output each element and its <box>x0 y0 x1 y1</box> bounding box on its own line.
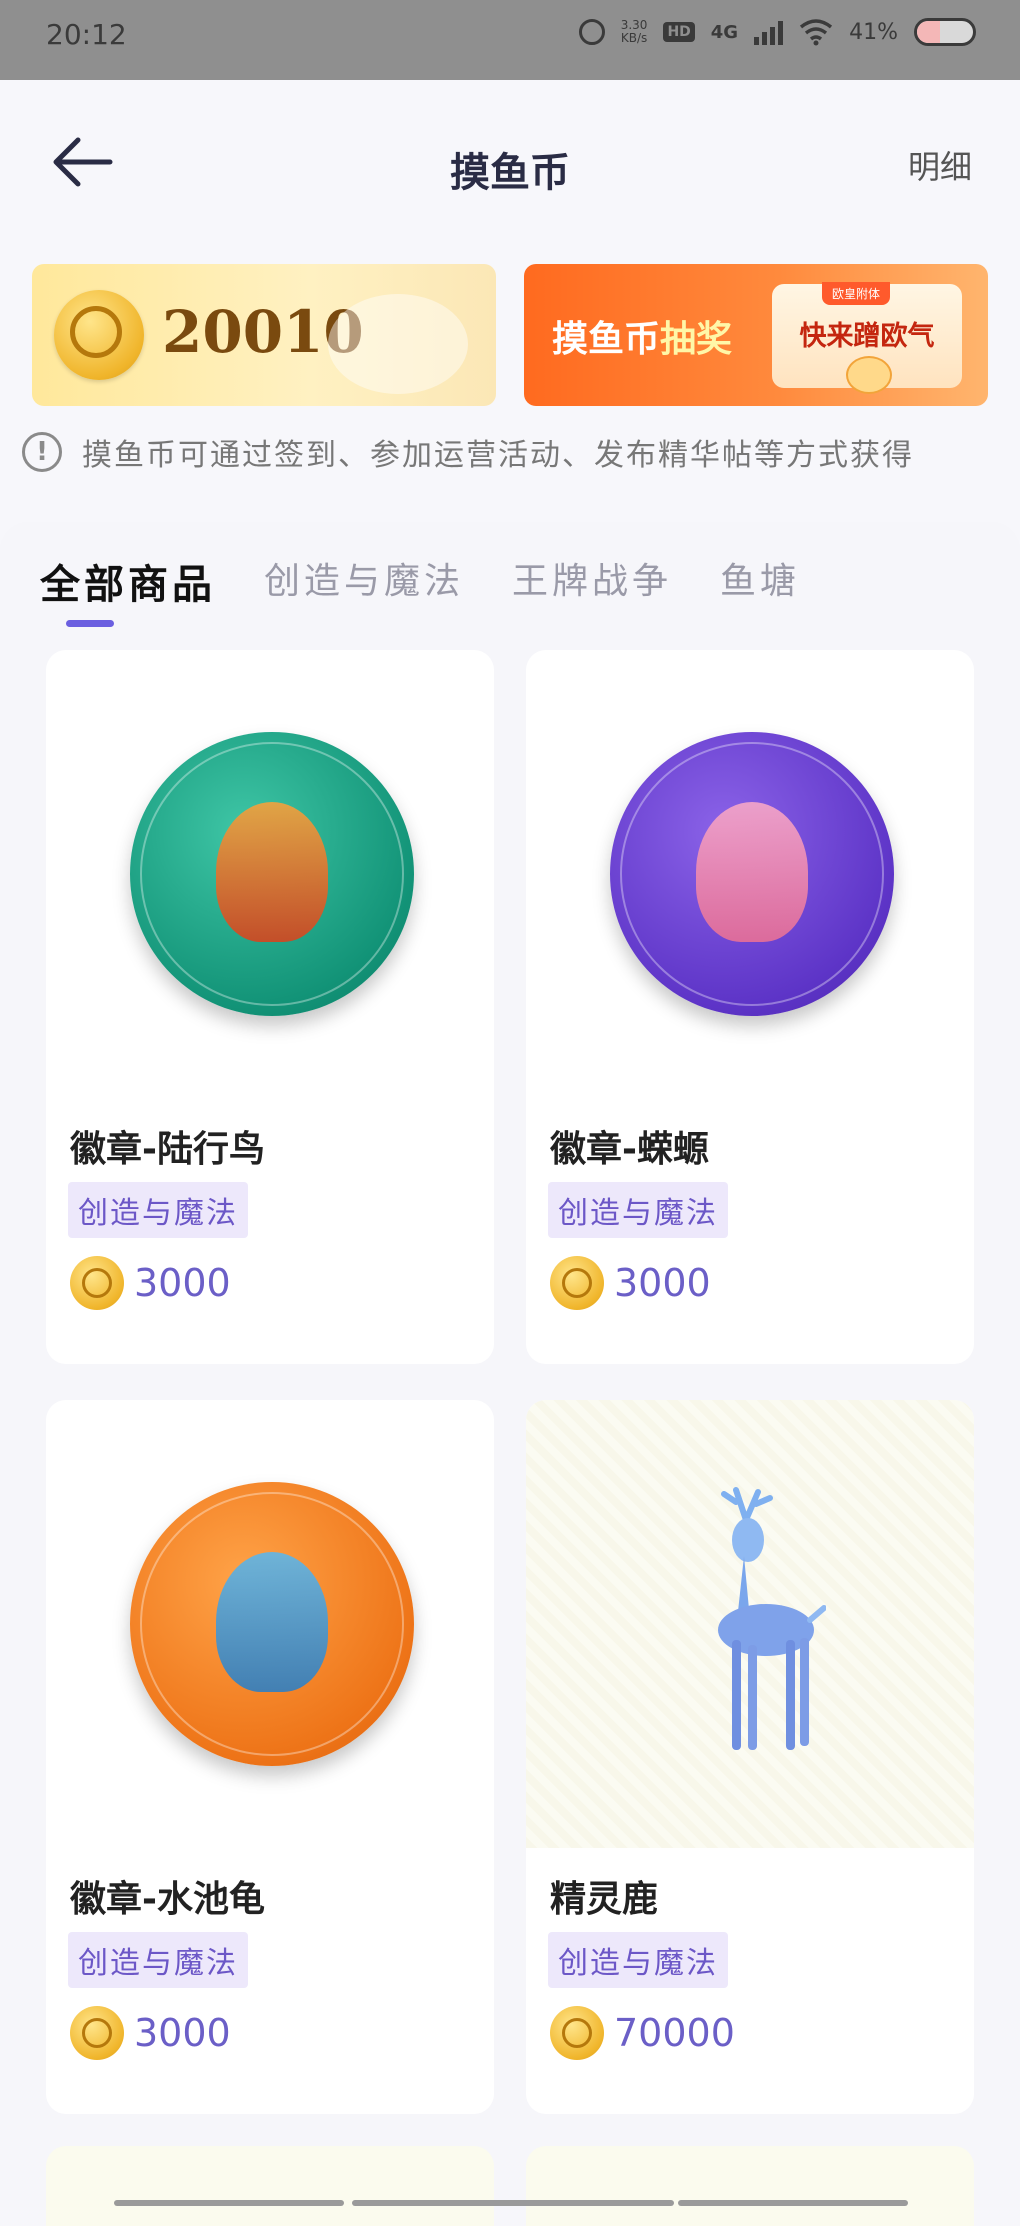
fish-coin-icon <box>70 2006 124 2060</box>
app-header: 摸鱼币 明细 <box>0 80 1020 250</box>
product-category-tag: 创造与魔法 <box>548 1932 728 1988</box>
fish-coin-icon <box>550 1256 604 1310</box>
product-name: 精灵鹿 <box>550 1879 659 1920</box>
product-price: 3000 <box>70 2006 231 2060</box>
home-indicator-segment <box>678 2200 908 2206</box>
network-type: 4G <box>710 21 739 43</box>
lottery-title: 摸鱼币抽奖 <box>552 310 732 362</box>
product-image <box>526 1400 974 1848</box>
product-name: 徽章-蝾螈 <box>550 1129 709 1170</box>
status-bar: 20:12 3.30 KB/s HD 4G 41% <box>0 0 1020 80</box>
product-card[interactable]: 徽章-陆行鸟 创造与魔法 3000 <box>46 650 494 1364</box>
product-category-tag: 创造与魔法 <box>68 1932 248 1988</box>
product-card[interactable]: 精灵鹿 创造与魔法 70000 <box>526 1400 974 2114</box>
price-value: 3000 <box>134 1261 231 1305</box>
product-category-tag: 创造与魔法 <box>68 1182 248 1238</box>
product-price: 3000 <box>70 1256 231 1310</box>
network-speed-unit: KB/s <box>620 31 648 45</box>
signal-bars-icon <box>754 19 784 45</box>
battery-fill <box>917 21 940 43</box>
lottery-title-prefix: 摸鱼币 <box>552 319 661 360</box>
hd-icon: HD <box>663 22 695 42</box>
fish-coin-icon <box>550 2006 604 2060</box>
page-title: 摸鱼币 <box>450 150 570 196</box>
coin-decoration <box>328 294 468 394</box>
badge-turtle-image <box>130 1482 414 1766</box>
fish-coin-icon <box>70 1256 124 1310</box>
product-category-tag: 创造与魔法 <box>548 1182 728 1238</box>
price-value: 70000 <box>614 2011 735 2055</box>
badge-axolotl-image <box>610 732 894 1016</box>
coin-info-text: 摸鱼币可通过签到、参加运营活动、发布精华帖等方式获得 <box>82 438 914 473</box>
product-price: 70000 <box>550 2006 735 2060</box>
alarm-icon <box>578 19 605 45</box>
battery-icon <box>914 18 976 46</box>
category-tabs: 全部商品 创造与魔法 王牌战争 鱼塘 <box>40 552 800 610</box>
network-speed-value: 3.30 <box>620 18 648 32</box>
coin-info: ! 摸鱼币可通过签到、参加运营活动、发布精华帖等方式获得 <box>22 430 914 474</box>
shop-content: 全部商品 创造与魔法 王牌战争 鱼塘 徽章-陆行鸟 创造与魔法 3000 徽章-… <box>0 522 1020 2226</box>
tab-ace-war[interactable]: 王牌战争 <box>512 552 672 610</box>
product-image <box>46 650 494 1098</box>
status-time: 20:12 <box>46 18 127 51</box>
battery-percent: 41% <box>849 19 898 45</box>
product-card-partial[interactable] <box>526 2146 974 2226</box>
spirit-deer-image <box>718 1487 826 1750</box>
status-icons: 3.30 KB/s HD 4G 41% <box>578 18 976 46</box>
network-speed: 3.30 KB/s <box>621 19 648 45</box>
detail-link[interactable]: 明细 <box>908 142 972 188</box>
info-icon: ! <box>22 432 62 472</box>
product-name: 徽章-陆行鸟 <box>70 1129 265 1170</box>
badge-chocobo-image <box>130 732 414 1016</box>
price-value: 3000 <box>614 1261 711 1305</box>
wifi-icon <box>800 19 833 46</box>
home-indicator-segment <box>352 2200 674 2206</box>
product-card[interactable]: 徽章-蝾螈 创造与魔法 3000 <box>526 650 974 1364</box>
lottery-title-highlight: 抽奖 <box>660 319 733 360</box>
lottery-banner[interactable]: 摸鱼币抽奖 欧皇附体 快来蹭欧气 <box>524 264 988 406</box>
price-value: 3000 <box>134 2011 231 2055</box>
gift-icon <box>846 356 892 394</box>
fish-coin-icon <box>54 290 144 380</box>
active-tab-indicator <box>66 620 114 627</box>
tab-fish-pond[interactable]: 鱼塘 <box>720 552 800 610</box>
coin-balance-banner[interactable]: 20010 <box>32 264 496 406</box>
home-indicator-segment <box>114 2200 344 2206</box>
product-price: 3000 <box>550 1256 711 1310</box>
product-card-partial[interactable] <box>46 2146 494 2226</box>
lottery-cta-card[interactable]: 欧皇附体 快来蹭欧气 <box>772 282 962 394</box>
product-image <box>46 1400 494 1848</box>
lottery-cta: 快来蹭欧气 <box>799 321 935 352</box>
lottery-tag: 欧皇附体 <box>822 282 891 305</box>
tab-all-products[interactable]: 全部商品 <box>40 552 216 610</box>
product-image <box>526 650 974 1098</box>
product-name: 徽章-水池龟 <box>70 1879 265 1920</box>
tab-creation-magic[interactable]: 创造与魔法 <box>264 552 464 610</box>
product-card[interactable]: 徽章-水池龟 创造与魔法 3000 <box>46 1400 494 2114</box>
